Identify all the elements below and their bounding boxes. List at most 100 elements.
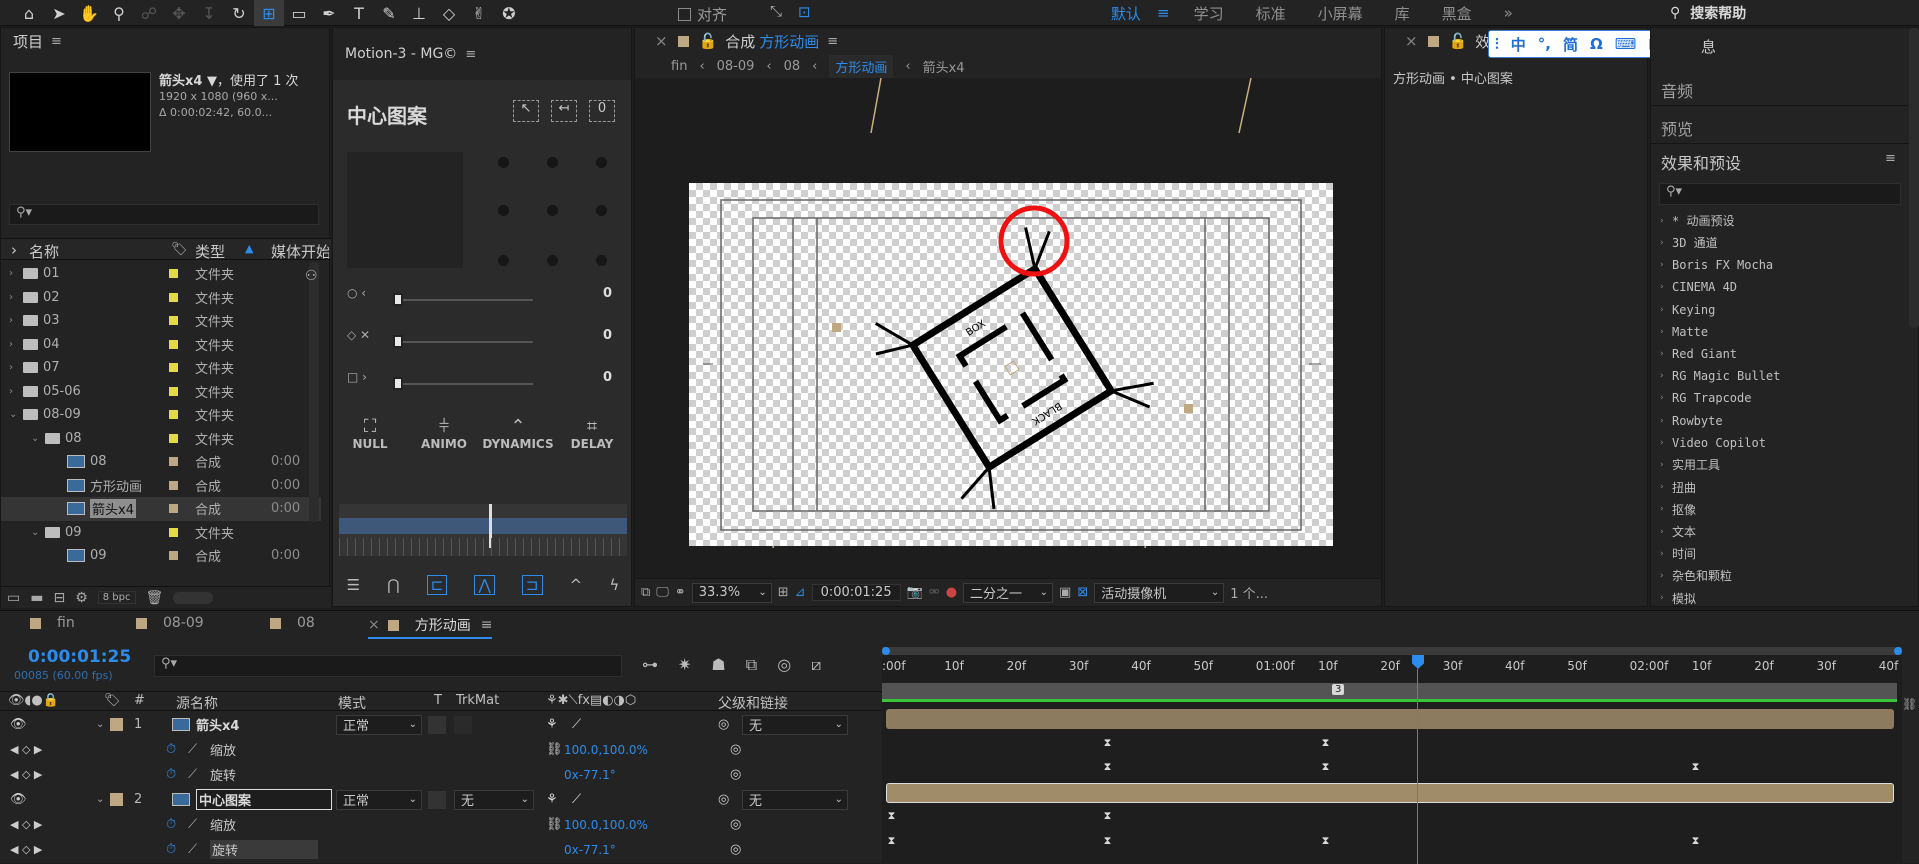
expression-pickwhip-icon[interactable]: ◎	[730, 817, 741, 832]
property-value[interactable]: 0x-77.1°	[564, 843, 616, 857]
region-of-interest-icon[interactable]: ▣	[1059, 585, 1071, 600]
workspace-learn[interactable]: 学习	[1178, 3, 1240, 24]
project-row[interactable]: › 01 文件夹	[1, 262, 321, 286]
pickwhip-icon[interactable]: ◎	[718, 717, 729, 732]
sort-ascending-icon[interactable]: ▲	[245, 242, 253, 255]
work-area-bar[interactable]: 3	[882, 683, 1897, 699]
effect-close-icon[interactable]: ×	[1405, 32, 1418, 50]
timeline-tab[interactable]: fin	[30, 615, 75, 631]
breadcrumb-current[interactable]: 方形动画	[829, 54, 894, 78]
anchor-point-ml[interactable]	[498, 205, 509, 216]
expand-arrow-icon[interactable]: ›	[1660, 282, 1672, 292]
project-row[interactable]: ⌄ 09 文件夹	[1, 521, 321, 545]
always-preview-icon[interactable]: ⧉	[641, 585, 650, 600]
zoom-dropdown[interactable]: 33.3% ⌄	[691, 582, 772, 603]
expand-arrow-icon[interactable]: ›	[1660, 327, 1672, 337]
shy-switch-icon[interactable]: ⚘	[546, 792, 558, 807]
label-color[interactable]	[169, 386, 178, 396]
keyframe[interactable]: ⧗	[1320, 737, 1331, 748]
expression-pickwhip-icon[interactable]: ◎	[730, 767, 741, 782]
comp-timecode[interactable]: 0:00:01:25	[811, 584, 901, 601]
search-help[interactable]: ⚲ 搜索帮助	[1670, 2, 1919, 24]
nav-end-handle[interactable]	[1894, 647, 1902, 655]
project-menu-icon[interactable]: ≡	[51, 34, 62, 49]
tab-close-icon[interactable]: ×	[368, 617, 380, 633]
snap-feature-icon[interactable]: ⊡	[798, 3, 811, 21]
effects-category[interactable]: › 杂色和颗粒	[1660, 565, 1900, 587]
pickwhip-icon[interactable]: ◎	[718, 792, 729, 807]
motion-list-icon[interactable]: ☰	[347, 576, 360, 594]
project-row[interactable]: › 03 文件夹	[1, 309, 321, 333]
quality-switch-icon[interactable]: ⟋	[572, 792, 581, 807]
timeline-tab[interactable]: × 方形动画 ≡	[368, 615, 493, 639]
workspace-default[interactable]: 默认	[1095, 3, 1157, 24]
expand-arrow-icon[interactable]: ›	[1660, 393, 1672, 403]
project-search-input[interactable]: ⚲▾	[9, 204, 319, 225]
dynamics-button[interactable]: ⌃ DYNAMICS	[481, 416, 555, 480]
timeline-property-row[interactable]: ◀ ◇ ▶ ⏱ ⟋ 旋转 0x-77.1° ◎	[0, 762, 882, 787]
comp-title-name[interactable]: 方形动画	[759, 31, 819, 52]
effects-category[interactable]: › * 动画预设	[1660, 210, 1900, 232]
effects-category[interactable]: › 文本	[1660, 521, 1900, 543]
effects-search-input[interactable]: ⚲▾	[1659, 183, 1901, 205]
frame-blend-icon[interactable]: ⧉	[746, 655, 757, 675]
zero-icon[interactable]: 0	[589, 100, 615, 122]
project-row[interactable]: › 02 文件夹	[1, 286, 321, 310]
layer-name[interactable]: 中心图案	[196, 789, 333, 810]
lightning-icon[interactable]: ϟ	[609, 576, 619, 594]
expand-arrow-icon[interactable]: ›	[1660, 593, 1672, 603]
keyframe[interactable]: ⧗	[1690, 835, 1701, 846]
flowchart-icon[interactable]: ⚇	[305, 268, 318, 284]
breadcrumb-08-09[interactable]: 08-09	[717, 59, 755, 74]
project-row[interactable]: › 04 文件夹	[1, 333, 321, 357]
keyframe[interactable]: ⧗	[1320, 835, 1331, 846]
expand-arrow-icon[interactable]: ›	[9, 315, 23, 326]
effects-category[interactable]: › CINEMA 4D	[1660, 277, 1900, 299]
bpc-button[interactable]: 8 bpc	[97, 591, 136, 604]
pan-tool-icon[interactable]: ✥	[164, 0, 194, 26]
ease-in-icon[interactable]: ⊏	[426, 575, 448, 595]
motion-preview-box[interactable]	[347, 152, 463, 268]
show-snapshot-icon[interactable]: ⚮	[929, 585, 940, 600]
effects-category[interactable]: › Rowbyte	[1660, 410, 1900, 432]
graph-icon[interactable]: ⟋	[188, 817, 197, 832]
views-dropdown[interactable]: 1 个...	[1230, 583, 1268, 602]
property-name[interactable]: 旋转	[210, 840, 319, 859]
timeline-tab[interactable]: 08-09	[136, 615, 204, 631]
ime-chinese-toggle[interactable]: 中	[1511, 34, 1526, 55]
project-row[interactable]: ⌄ 08-09 文件夹	[1, 403, 321, 427]
expand-arrow-icon[interactable]: ›	[1660, 482, 1672, 492]
project-row[interactable]: › 07 文件夹	[1, 356, 321, 380]
ease-curve-icon[interactable]: ⋂	[387, 576, 399, 594]
expression-pickwhip-icon[interactable]: ◎	[730, 742, 741, 757]
project-row[interactable]: 方形动画 合成 0:00	[1, 474, 321, 498]
expand-arrow-icon[interactable]: ›	[1660, 416, 1672, 426]
nav-start-handle[interactable]	[882, 647, 890, 655]
keyframe-nav-icon[interactable]: ◀ ◇ ▶	[10, 768, 42, 781]
expand-arrow-icon[interactable]: ›	[1660, 349, 1672, 359]
expand-arrow-icon[interactable]: ›	[9, 268, 23, 279]
timeline-layer-row[interactable]: 👁 ⌄ 2 中心图案 正常 ⌄ 无 ⌄ ⚘ ⟋ ◎ 无 ⌄	[0, 787, 882, 812]
keyframe[interactable]: ⧗	[1102, 835, 1113, 846]
home-icon[interactable]: ⌂	[14, 0, 44, 26]
keyframe[interactable]: ⧗	[1102, 810, 1113, 821]
right-scrollbar[interactable]	[1909, 28, 1919, 328]
preserve-transparency-toggle[interactable]	[428, 715, 446, 734]
expand-arrow-icon[interactable]: ›	[9, 362, 23, 373]
keyframe-nav-icon[interactable]: ◀ ◇ ▶	[10, 843, 42, 856]
effects-category[interactable]: › 模拟	[1660, 587, 1900, 608]
new-folder-icon[interactable]: ▬	[30, 590, 43, 606]
comp-menu-icon[interactable]: ≡	[827, 34, 838, 49]
comp-label-color[interactable]	[677, 35, 689, 47]
keyframe-nav-icon[interactable]: ◀ ◇ ▶	[10, 818, 42, 831]
timeline-graph-area[interactable]: :00f 10f 20f 30f 40f 50f 01:00f 10f 20f 30f 40f 50f…	[882, 647, 1902, 864]
transparency-grid-icon[interactable]: ⊿	[795, 585, 806, 600]
comp-viewport[interactable]: BOX BLACK	[635, 78, 1381, 578]
link-icon[interactable]: ⛓	[546, 817, 563, 832]
ime-symbols[interactable]: Ω	[1590, 35, 1603, 53]
effects-category[interactable]: › 实用工具	[1660, 454, 1900, 476]
label-color[interactable]	[169, 292, 178, 302]
timeline-layer-row[interactable]: 👁 ⌄ 1 箭头x4 正常 ⌄ ⚘ ⟋ ◎ 无 ⌄	[0, 712, 882, 737]
project-row[interactable]: 09 合成 0:00	[1, 544, 321, 568]
breadcrumb-arrows[interactable]: 箭头x4	[923, 57, 965, 76]
